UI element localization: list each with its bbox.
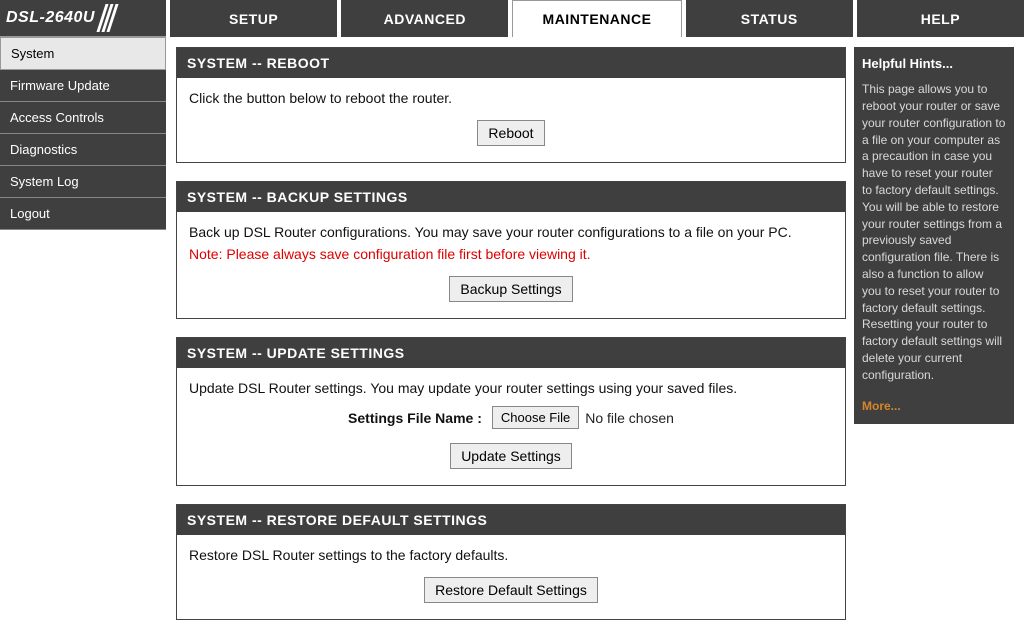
panel-reboot: SYSTEM -- REBOOT Click the button below … (176, 47, 846, 163)
sidebar-item-system[interactable]: System (0, 37, 166, 70)
update-settings-button[interactable]: Update Settings (450, 443, 572, 469)
help-body-text: This page allows you to reboot your rout… (862, 82, 1005, 382)
panel-header-reboot: SYSTEM -- REBOOT (177, 48, 845, 78)
sidebar-item-logout[interactable]: Logout (0, 198, 166, 230)
restore-desc: Restore DSL Router settings to the facto… (189, 547, 833, 563)
nav-tab-help[interactable]: HELP (857, 0, 1024, 37)
top-bar: DSL-2640U SETUP ADVANCED MAINTENANCE STA… (0, 0, 1024, 37)
sidebar-item-system-log[interactable]: System Log (0, 166, 166, 198)
help-box: Helpful Hints... This page allows you to… (854, 47, 1014, 424)
update-desc: Update DSL Router settings. You may upda… (189, 380, 833, 396)
restore-default-button[interactable]: Restore Default Settings (424, 577, 598, 603)
choose-file-button[interactable]: Choose File (492, 406, 579, 429)
logo-box: DSL-2640U (0, 0, 166, 37)
backup-settings-button[interactable]: Backup Settings (449, 276, 572, 302)
nav-tabs: SETUP ADVANCED MAINTENANCE STATUS HELP (166, 0, 1024, 37)
panel-restore: SYSTEM -- RESTORE DEFAULT SETTINGS Resto… (176, 504, 846, 620)
sidebar-item-firmware-update[interactable]: Firmware Update (0, 70, 166, 102)
nav-tab-maintenance[interactable]: MAINTENANCE (512, 0, 681, 37)
nav-tab-setup[interactable]: SETUP (170, 0, 337, 37)
nav-tab-advanced[interactable]: ADVANCED (341, 0, 508, 37)
help-more-link[interactable]: More... (862, 398, 1006, 415)
help-title: Helpful Hints... (854, 47, 1014, 77)
nav-tab-status[interactable]: STATUS (686, 0, 853, 37)
panel-update: SYSTEM -- UPDATE SETTINGS Update DSL Rou… (176, 337, 846, 486)
panel-backup: SYSTEM -- BACKUP SETTINGS Back up DSL Ro… (176, 181, 846, 319)
reboot-button[interactable]: Reboot (477, 120, 544, 146)
logo-slashes-icon (101, 4, 114, 32)
file-status: No file chosen (579, 410, 674, 426)
sidebar-item-diagnostics[interactable]: Diagnostics (0, 134, 166, 166)
panel-header-update: SYSTEM -- UPDATE SETTINGS (177, 338, 845, 368)
backup-desc: Back up DSL Router configurations. You m… (189, 224, 833, 240)
device-model: DSL-2640U (6, 9, 95, 27)
panel-header-restore: SYSTEM -- RESTORE DEFAULT SETTINGS (177, 505, 845, 535)
sidebar-item-access-controls[interactable]: Access Controls (0, 102, 166, 134)
panel-header-backup: SYSTEM -- BACKUP SETTINGS (177, 182, 845, 212)
settings-file-label: Settings File Name : (348, 410, 482, 426)
backup-note: Note: Please always save configuration f… (189, 246, 833, 262)
reboot-desc: Click the button below to reboot the rou… (189, 90, 833, 106)
sidebar: System Firmware Update Access Controls D… (0, 37, 166, 638)
